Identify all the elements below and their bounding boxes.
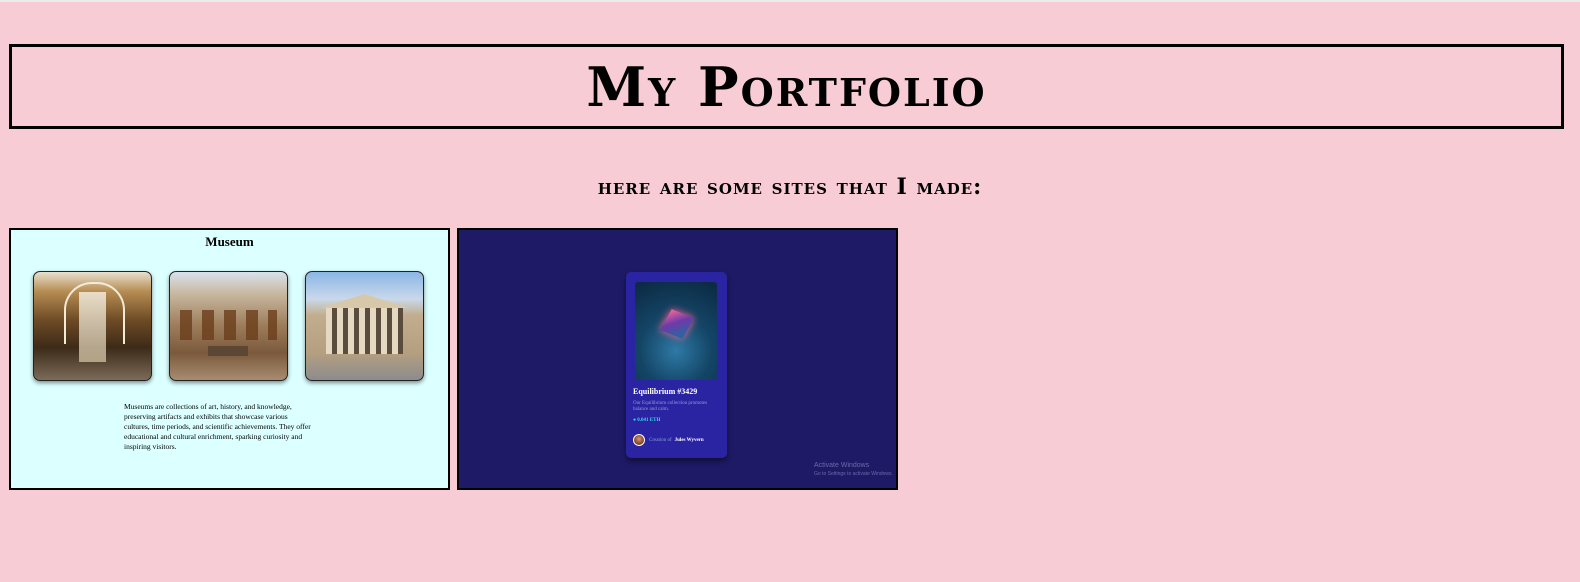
crystal-cube-icon	[659, 309, 695, 339]
page-subtitle: here are some sites that I made:	[597, 174, 983, 200]
creator-avatar	[633, 434, 645, 446]
watermark-subtitle: Go to Settings to activate Windows.	[814, 471, 893, 477]
project-card-nft[interactable]: Equilibrium #3429 Our Equilibrium collec…	[457, 228, 898, 490]
watermark-title: Activate Windows	[814, 462, 870, 469]
creator-name: Jules Wyvern	[674, 438, 704, 443]
page-title: My Portfolio	[586, 54, 987, 119]
nft-preview-card: Equilibrium #3429 Our Equilibrium collec…	[626, 272, 727, 458]
nft-price-value: 0.041 ETH	[637, 418, 661, 423]
nft-description: Our Equilibrium collection promotes bala…	[633, 401, 708, 412]
museum-hall-photo	[33, 271, 152, 381]
nft-name: Equilibrium #3429	[633, 387, 698, 396]
nft-price: ● 0.041 ETH	[633, 418, 661, 423]
nft-image	[635, 282, 717, 380]
activate-windows-watermark: Activate Windows Go to Settings to activ…	[814, 461, 893, 479]
art-gallery-photo	[169, 271, 288, 381]
museum-heading: Museum	[205, 234, 254, 249]
nft-creator: Creation of Jules Wyvern	[649, 438, 704, 443]
creator-prefix: Creation of	[649, 438, 672, 443]
page-header: My Portfolio	[9, 44, 1564, 129]
museum-description: Museums are collections of art, history,…	[124, 402, 311, 451]
project-card-museum[interactable]: Museum Museums are collections of art, h…	[9, 228, 450, 490]
top-edge	[0, 0, 1580, 2]
museum-building-photo	[305, 271, 424, 381]
